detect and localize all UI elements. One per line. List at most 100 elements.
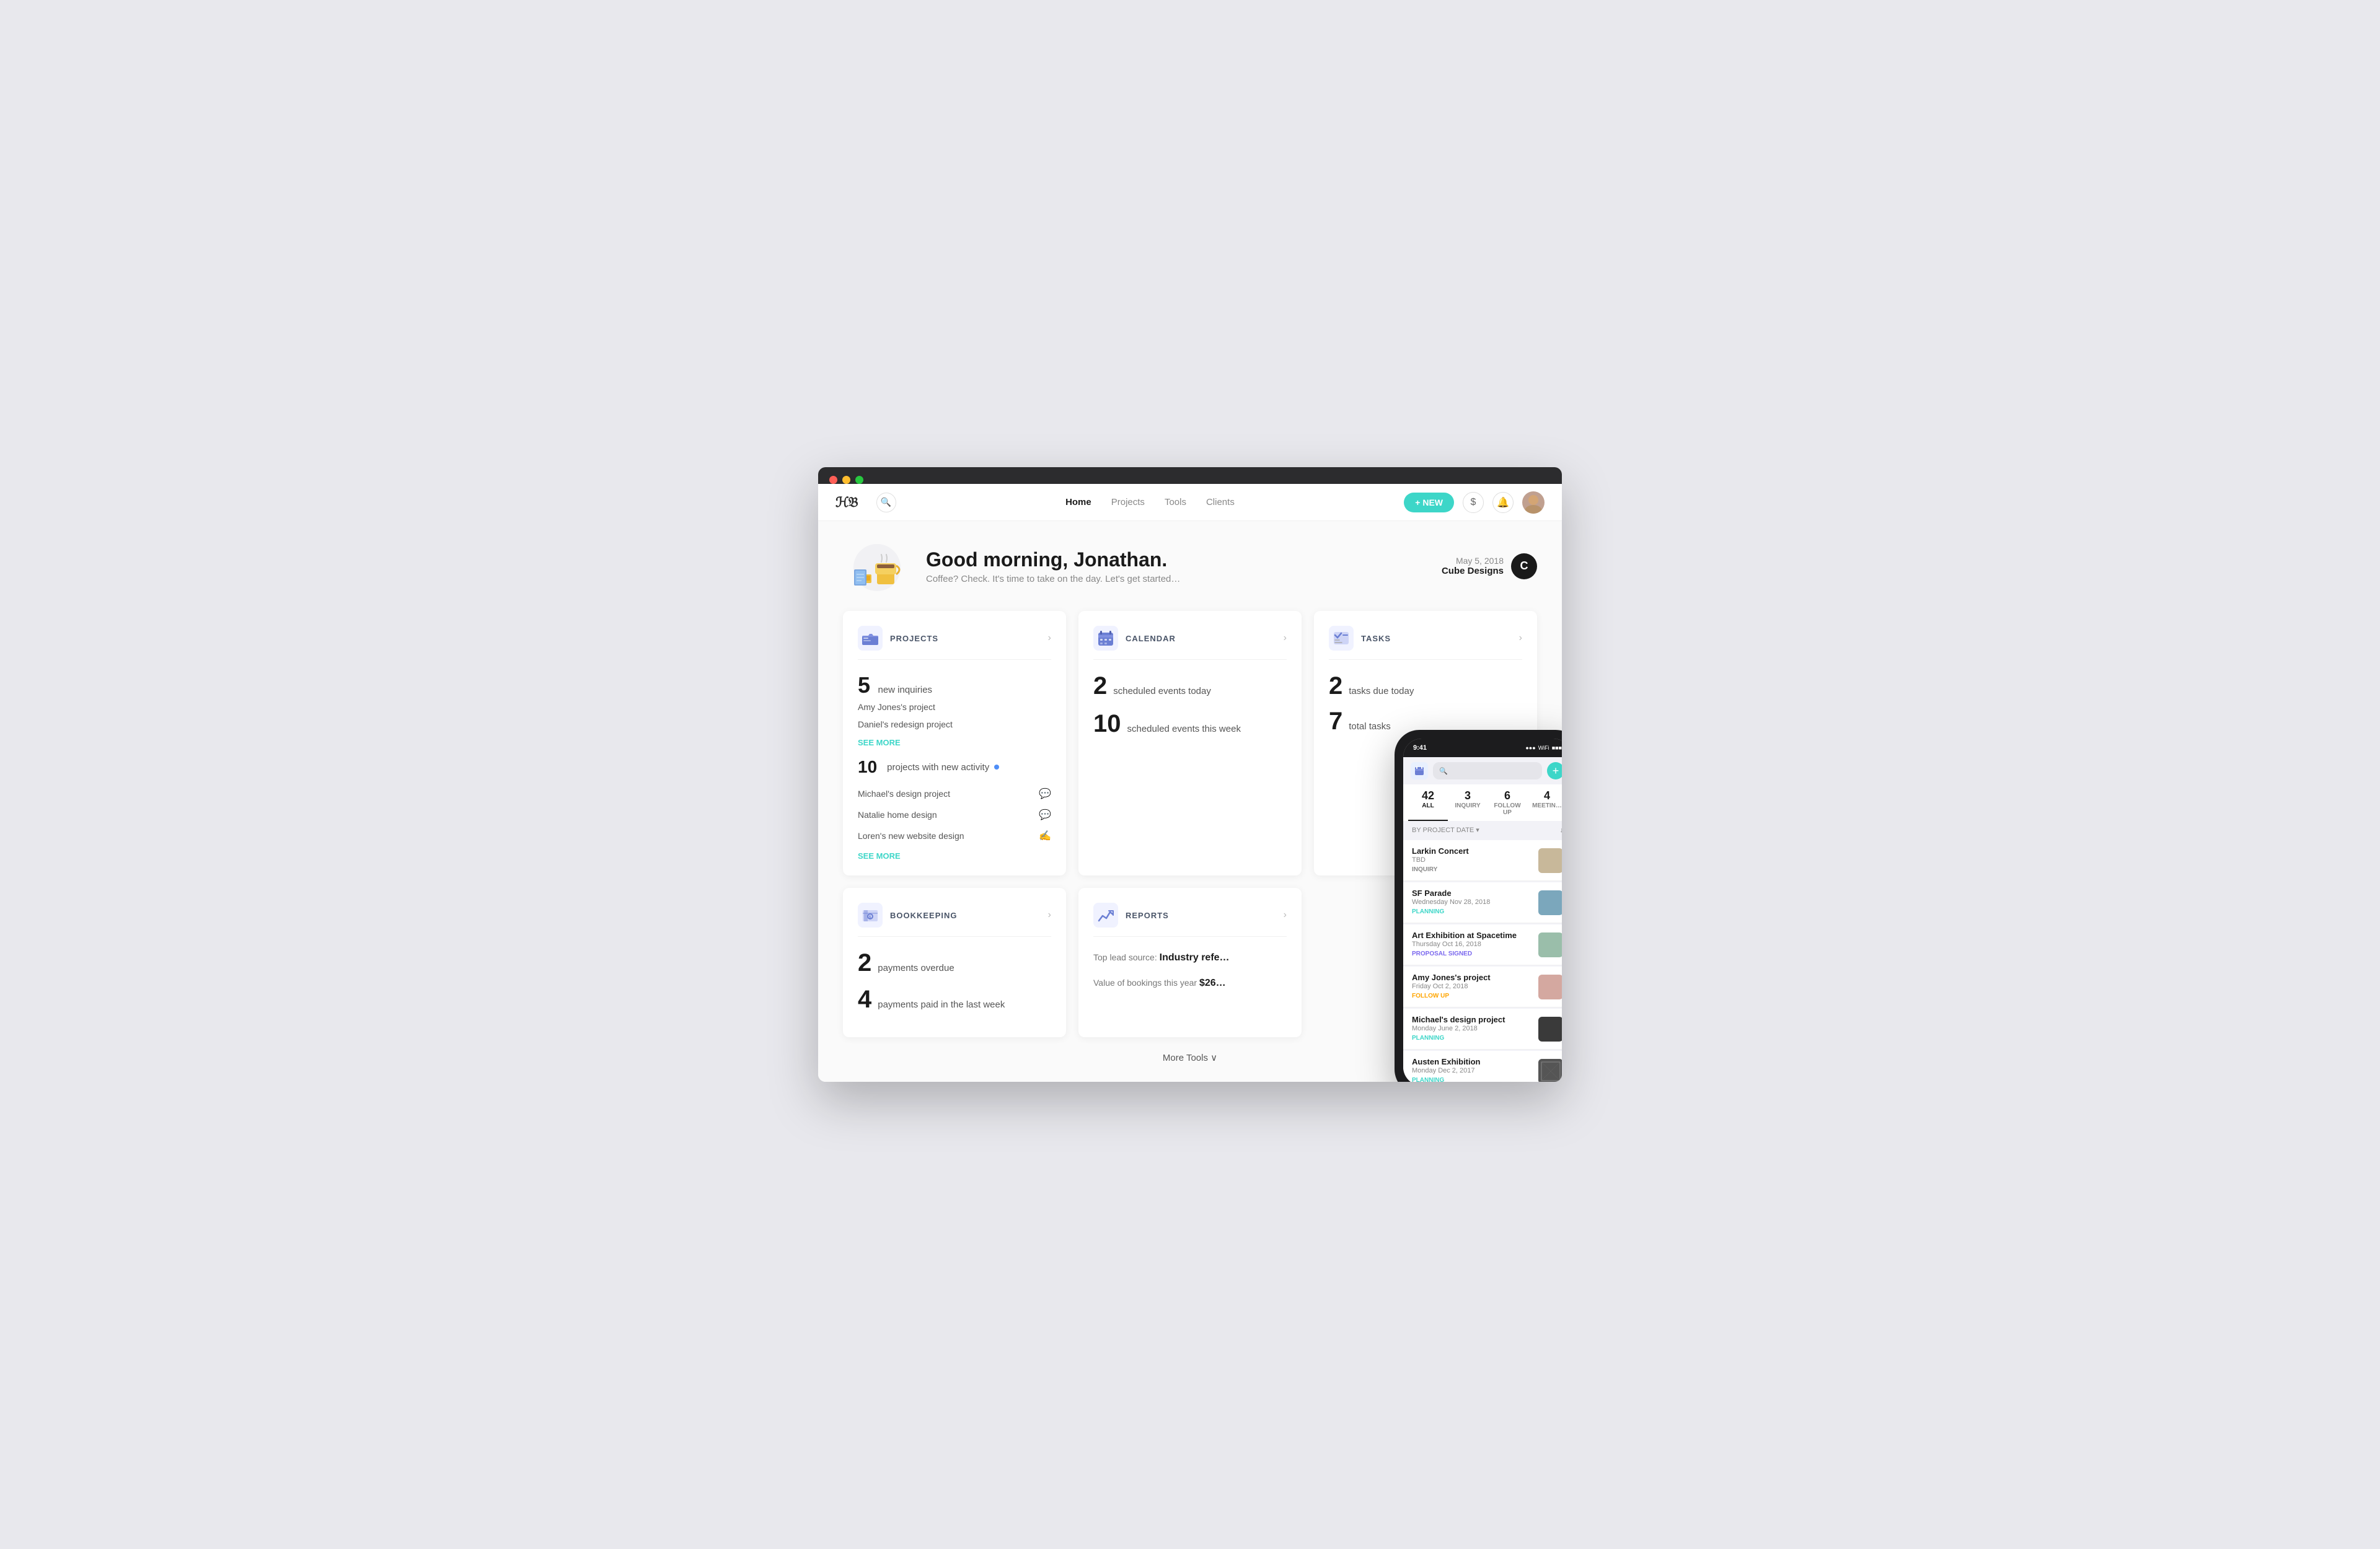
reports-value-amount: $26… <box>1199 978 1226 988</box>
hero-date-section: May 5, 2018 Cube Designs C <box>1442 553 1537 579</box>
activity-item-2[interactable]: Natalie home design 💬 <box>858 804 1051 825</box>
tasks-today-label: tasks due today <box>1349 686 1414 696</box>
calendar-icon <box>1093 626 1118 651</box>
notifications-icon-button[interactable]: 🔔 <box>1492 492 1514 513</box>
calendar-card-arrow[interactable]: › <box>1284 633 1287 644</box>
phone-project-4[interactable]: Amy Jones's project Friday Oct 2, 2018 F… <box>1403 967 1562 1007</box>
phone-tab-all[interactable]: 42 ALL <box>1408 784 1448 821</box>
phone-project-list: Larkin Concert TBD INQUIRY SF Parade Wed… <box>1403 840 1562 1082</box>
greeting-title: Good morning, Jonathan. <box>926 548 1180 571</box>
projects-icon <box>858 626 883 651</box>
bookkeeping-card-arrow[interactable]: › <box>1048 910 1051 921</box>
calendar-today-count: 2 <box>1093 672 1107 700</box>
search-button[interactable]: 🔍 <box>876 493 896 512</box>
reports-lead-label: Top lead source: <box>1093 952 1157 962</box>
bell-icon: 🔔 <box>1497 496 1509 509</box>
phone-search-bar[interactable]: 🔍 <box>1433 762 1542 779</box>
project-item-1[interactable]: Amy Jones's project <box>858 698 1051 716</box>
calendar-today-label: scheduled events today <box>1113 686 1211 696</box>
phone-screen: 9:41 ●●● WiFi ■■■ 🔍 + <box>1403 739 1562 1082</box>
phone-project-2[interactable]: SF Parade Wednesday Nov 28, 2018 PLANNIN… <box>1403 882 1562 923</box>
phone-tab-meeting[interactable]: 4 MEETIN… <box>1527 784 1562 821</box>
projects-card: PROJECTS › 5 new inquiries Amy Jones's p… <box>843 611 1066 875</box>
reports-value-label: Value of bookings this year <box>1093 978 1197 988</box>
projects-card-header: PROJECTS › <box>858 626 1051 660</box>
maximize-dot[interactable] <box>855 476 863 484</box>
bookkeeping-card-title: BOOKKEEPING <box>890 911 958 920</box>
phone-thumb-5 <box>1538 1017 1562 1042</box>
phone-project-5[interactable]: Michael's design project Monday June 2, … <box>1403 1009 1562 1050</box>
bookkeeping-icon: $ <box>858 903 883 928</box>
see-more-link-1[interactable]: SEE MORE <box>858 738 1051 747</box>
phone-thumb-4 <box>1538 975 1562 999</box>
phone-calendar-icon[interactable] <box>1411 762 1428 779</box>
tasks-card-header: TASKS › <box>1329 626 1522 660</box>
tasks-today-stat: 2 tasks due today <box>1329 672 1522 700</box>
billing-icon-button[interactable]: $ <box>1463 492 1484 513</box>
nav-tools[interactable]: Tools <box>1165 497 1186 507</box>
calendar-week-label: scheduled events this week <box>1127 724 1241 734</box>
hero-illustration <box>843 540 911 592</box>
message-icon-1: 💬 <box>1039 788 1051 800</box>
phone-status-bar: 9:41 ●●● WiFi ■■■ <box>1403 739 1562 757</box>
calendar-card-title: CALENDAR <box>1126 634 1176 643</box>
browser-window: ℋ𝔅 🔍 Home Projects Tools Clients + NEW $… <box>818 467 1562 1082</box>
nav-clients[interactable]: Clients <box>1206 497 1235 507</box>
reports-card-title: REPORTS <box>1126 911 1169 920</box>
message-icon-2: 💬 <box>1039 809 1051 821</box>
nav-home[interactable]: Home <box>1065 497 1091 507</box>
phone-tab-inquiry[interactable]: 3 INQUIRY <box>1448 784 1488 821</box>
reports-card: REPORTS › Top lead source: Industry refe… <box>1078 888 1302 1037</box>
user-avatar[interactable] <box>1522 491 1545 514</box>
main-content: Good morning, Jonathan. Coffee? Check. I… <box>818 521 1562 1082</box>
reports-card-header: REPORTS › <box>1093 903 1287 937</box>
phone-project-1[interactable]: Larkin Concert TBD INQUIRY <box>1403 840 1562 881</box>
company-name: Cube Designs <box>1442 566 1504 576</box>
phone-filter[interactable]: BY PROJECT DATE ▾ ↓ <box>1403 821 1562 839</box>
tasks-total-count: 7 <box>1329 708 1342 735</box>
bk-overdue-count: 2 <box>858 949 871 977</box>
activity-item-3[interactable]: Loren's new website design ✍ <box>858 825 1051 846</box>
reports-icon <box>1093 903 1118 928</box>
projects-inquiries: 5 new inquiries <box>858 672 1051 698</box>
see-more-link-2[interactable]: SEE MORE <box>858 851 1051 861</box>
nav-right: + NEW $ 🔔 <box>1404 491 1545 514</box>
tasks-icon <box>1329 626 1354 651</box>
logo: ℋ𝔅 <box>835 494 858 511</box>
phone-signal: ●●● WiFi ■■■ <box>1525 745 1562 751</box>
projects-card-arrow[interactable]: › <box>1048 633 1051 644</box>
phone-add-button[interactable]: + <box>1547 762 1562 779</box>
projects-card-title: PROJECTS <box>890 634 938 643</box>
phone-mockup: 9:41 ●●● WiFi ■■■ 🔍 + <box>1395 730 1562 1082</box>
phone-tabs: 42 ALL 3 INQUIRY 6 FOLLOW UP 4 MEETIN… <box>1403 784 1562 821</box>
bk-paid-stat: 4 payments paid in the last week <box>858 986 1051 1014</box>
nav-projects[interactable]: Projects <box>1111 497 1145 507</box>
bk-paid-count: 4 <box>858 986 871 1014</box>
company-icon[interactable]: C <box>1511 553 1537 579</box>
tasks-card-arrow[interactable]: › <box>1519 633 1522 644</box>
new-button[interactable]: + NEW <box>1404 493 1454 512</box>
phone-time: 9:41 <box>1413 744 1427 752</box>
nav-links: Home Projects Tools Clients <box>909 497 1392 507</box>
dollar-icon: $ <box>1471 497 1476 508</box>
activity-dot <box>994 765 999 770</box>
inquiries-count: 5 <box>858 672 870 698</box>
tasks-card-title: TASKS <box>1361 634 1391 643</box>
calendar-card-header: CALENDAR › <box>1093 626 1287 660</box>
calendar-stat-2: 10 scheduled events this week <box>1093 710 1287 738</box>
phone-thumb-3 <box>1538 932 1562 957</box>
activity-item-1[interactable]: Michael's design project 💬 <box>858 783 1051 804</box>
reports-card-arrow[interactable]: › <box>1284 910 1287 921</box>
close-dot[interactable] <box>829 476 837 484</box>
minimize-dot[interactable] <box>842 476 850 484</box>
phone-project-6[interactable]: Austen Exhibition Monday Dec 2, 2017 PLA… <box>1403 1051 1562 1082</box>
bk-paid-label: payments paid in the last week <box>878 999 1005 1010</box>
phone-project-3[interactable]: Art Exhibition at Spacetime Thursday Oct… <box>1403 924 1562 965</box>
phone-tab-followup[interactable]: 6 FOLLOW UP <box>1488 784 1527 821</box>
reports-lead: Top lead source: Industry refe… <box>1093 949 1287 967</box>
inquiries-label: new inquiries <box>878 685 932 695</box>
hero-date: May 5, 2018 Cube Designs <box>1442 556 1504 576</box>
hero-text: Good morning, Jonathan. Coffee? Check. I… <box>926 548 1180 584</box>
calendar-week-count: 10 <box>1093 710 1121 738</box>
project-item-2[interactable]: Daniel's redesign project <box>858 716 1051 733</box>
